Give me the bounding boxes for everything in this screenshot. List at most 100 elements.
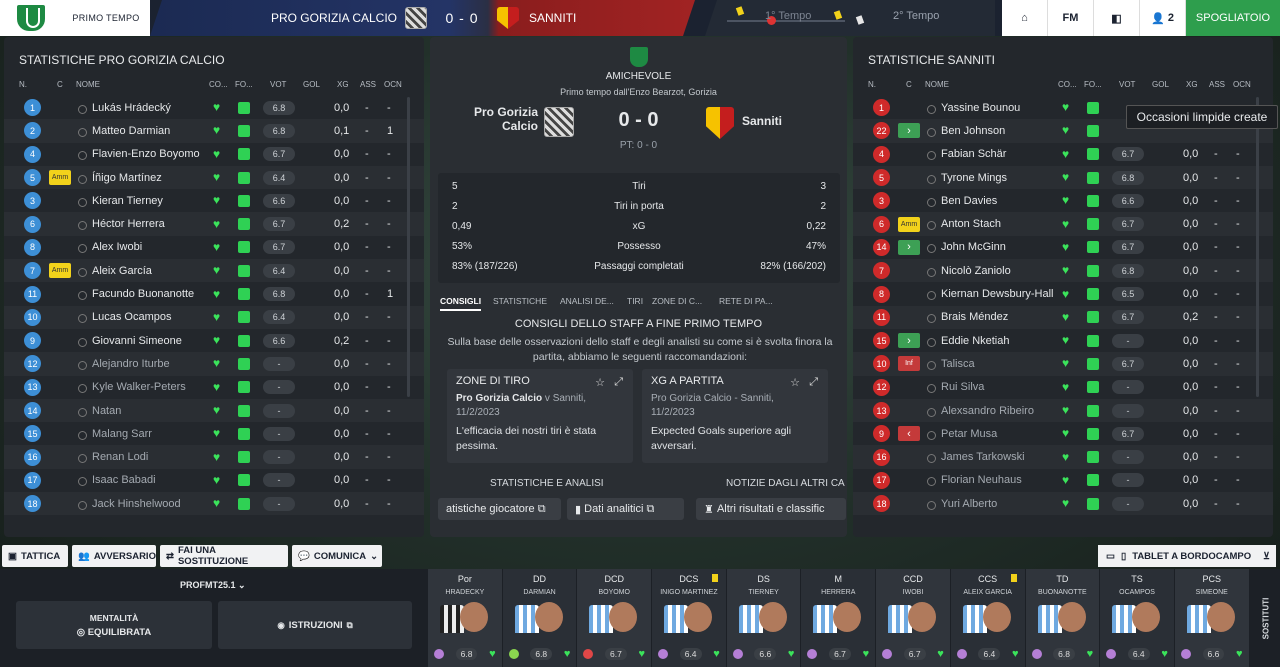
lineup-player-card[interactable]: DCS ÍÑIGO MARTÍNEZ 6.4 ♥ <box>652 569 727 667</box>
lineup-player-card[interactable]: M HERRERA 6.7 ♥ <box>801 569 877 667</box>
lineup-player-card[interactable]: CCS ALEIX GARCÍA 6.4 ♥ <box>950 569 1026 667</box>
players-button[interactable]: 👤 2 <box>1140 0 1186 36</box>
table-row[interactable]: 9 ‹ Petar Musa ♥ 6.7 0,0 - - <box>853 422 1273 445</box>
player-name[interactable]: Kyle Walker-Peters <box>78 381 186 394</box>
player-name[interactable]: Giovanni Simeone <box>78 335 182 347</box>
fm-button[interactable]: FM <box>1048 0 1094 36</box>
col-gol[interactable]: GOL <box>1152 80 1169 89</box>
avversario-button[interactable]: 👥 AVVERSARIO <box>72 545 156 567</box>
lineup-player-card[interactable]: DD DARMIAN 6.8 ♥ <box>502 569 578 667</box>
away-team[interactable]: Sanniti <box>742 114 782 128</box>
table-row[interactable]: 6 Amm Anton Stach ♥ 6.7 0,0 - - <box>853 212 1273 236</box>
tab-zone[interactable]: ZONE DI C... <box>652 296 702 306</box>
player-name[interactable]: Florian Neuhaus <box>927 474 1022 487</box>
player-name[interactable]: Aleix García <box>78 265 152 277</box>
tab-consigli[interactable]: CONSIGLI <box>440 296 482 311</box>
collapse-icon[interactable]: ⊻ <box>1263 551 1270 562</box>
table-row[interactable]: 5 Amm Íñigo Martínez ♥ 6.4 0,0 - - <box>4 165 424 190</box>
col-gol[interactable]: GOL <box>303 80 320 89</box>
player-name[interactable]: Renan Lodi <box>77 451 148 464</box>
tattica-button[interactable]: ▣ TATTICA <box>2 545 68 567</box>
lineup-player-card[interactable]: CCD IWOBI 6.7 ♥ <box>876 569 951 667</box>
home-button[interactable]: ⌂ <box>1002 0 1048 36</box>
col-co[interactable]: CO... <box>209 80 228 89</box>
player-name[interactable]: James Tarkowski <box>927 451 1025 464</box>
scrollbar[interactable] <box>1256 97 1259 397</box>
table-row[interactable]: 12 Rui Silva ♥ - 0,0 - - <box>853 376 1273 399</box>
player-name[interactable]: Rui Silva <box>926 381 984 394</box>
table-row[interactable]: 15 › Eddie Nketiah ♥ - 0,0 - - <box>853 329 1273 352</box>
player-name[interactable]: Flavien-Enzo Boyomo <box>78 148 200 161</box>
lineup-player-card[interactable]: Por HRÁDECKÝ 6.8 ♥ <box>428 569 503 667</box>
analytics-button[interactable]: ▮ Dati analitici ⧉ <box>567 498 684 520</box>
instructions-button[interactable]: ◉ ISTRUZIONI ⧉ <box>218 601 412 649</box>
player-name[interactable]: Tyrone Mings <box>926 172 1007 184</box>
tab-statistiche[interactable]: STATISTICHE <box>493 296 547 306</box>
player-name[interactable]: Nicolò Zaniolo <box>927 265 1011 277</box>
col-ass[interactable]: ASS <box>1209 80 1225 89</box>
star-icon[interactable]: ☆ <box>595 376 605 389</box>
table-row[interactable]: 17 Isaac Babadi ♥ - 0,0 - - <box>4 469 424 492</box>
player-name[interactable]: Facundo Buonanotte <box>77 288 194 301</box>
table-row[interactable]: 18 Yuri Alberto ♥ - 0,0 - - <box>853 492 1273 516</box>
col-nome[interactable]: NOME <box>925 80 949 89</box>
col-ocn[interactable]: OCN <box>1233 80 1251 89</box>
player-name[interactable]: Yassine Bounou <box>926 102 1020 114</box>
table-row[interactable]: 3 Kieran Tierney ♥ 6.6 0,0 - - <box>4 189 424 212</box>
col-nome[interactable]: NOME <box>76 80 100 89</box>
transfer-button[interactable]: ◧ <box>1094 0 1140 36</box>
player-name[interactable]: Jack Hinshelwood <box>78 498 181 510</box>
table-row[interactable]: 13 Kyle Walker-Peters ♥ - 0,0 - - <box>4 376 424 399</box>
player-stats-button[interactable]: atistiche giocatore ⧉ <box>438 498 561 520</box>
player-name[interactable]: Alexsandro Ribeiro <box>927 405 1034 417</box>
col-fo[interactable]: FO... <box>1084 80 1102 89</box>
expand-icon[interactable]: ⤢ <box>809 376 818 389</box>
spogliatoio-button[interactable]: SPOGLIATOIO <box>1186 0 1280 36</box>
player-name[interactable]: Matteo Darmian <box>77 125 170 137</box>
comunica-button[interactable]: 💬 COMUNICA ⌄ <box>292 545 382 567</box>
player-name[interactable]: Lucas Ocampos <box>77 311 171 324</box>
col-vot[interactable]: VOT <box>1119 80 1135 89</box>
player-name[interactable]: Alex Iwobi <box>77 241 142 254</box>
col-n[interactable]: N. <box>868 80 876 89</box>
lineup-player-card[interactable]: DCD BOYOMO 6.7 ♥ <box>577 569 653 667</box>
player-name[interactable]: Ben Johnson <box>926 125 1005 137</box>
player-name[interactable]: Alejandro Iturbe <box>78 358 170 370</box>
player-name[interactable]: John McGinn <box>927 241 1006 254</box>
player-name[interactable]: Lukás Hrádecký <box>78 102 171 114</box>
table-row[interactable]: 1 Lukás Hrádecký ♥ 6.8 0,0 - - <box>4 96 424 119</box>
tactic-selector[interactable]: PROFMT25.1 ⌄ <box>180 580 246 591</box>
advice-card[interactable]: XG A PARTITA ☆ ⤢ Pro Gorizia Calcio - Sa… <box>642 369 828 463</box>
tab-tiri[interactable]: TIRI <box>627 296 643 306</box>
table-row[interactable]: 16 Renan Lodi ♥ - 0,0 - - <box>4 445 424 469</box>
table-row[interactable]: 11 Brais Méndez ♥ 6.7 0,2 - - <box>853 305 1273 329</box>
table-row[interactable]: 16 James Tarkowski ♥ - 0,0 - - <box>853 445 1273 469</box>
table-row[interactable]: 17 Florian Neuhaus ♥ - 0,0 - - <box>853 469 1273 492</box>
lineup-player-card[interactable]: TS OCAMPOS 6.4 ♥ <box>1100 569 1175 667</box>
table-row[interactable]: 5 Tyrone Mings ♥ 6.8 0,0 - - <box>853 165 1273 190</box>
table-row[interactable]: 8 Kiernan Dewsbury-Hall ♥ 6.5 0,0 - - <box>853 282 1273 305</box>
table-row[interactable]: 14 › John McGinn ♥ 6.7 0,0 - - <box>853 236 1273 259</box>
player-name[interactable]: Kieran Tierney <box>78 195 163 207</box>
col-fo[interactable]: FO... <box>235 80 253 89</box>
player-name[interactable]: Íñigo Martínez <box>78 172 162 184</box>
club-logo[interactable] <box>0 0 62 36</box>
player-name[interactable]: Ben Davies <box>926 195 997 207</box>
advice-card[interactable]: ZONE DI TIRO ☆ ⤢ Pro Gorizia Calcio v Sa… <box>447 369 633 463</box>
substitution-button[interactable]: ⇄ FAI UNA SOSTITUZIONE <box>160 545 288 567</box>
scrollbar[interactable] <box>407 97 410 397</box>
expand-icon[interactable]: ⤢ <box>614 376 623 389</box>
player-name[interactable]: Petar Musa <box>926 428 997 440</box>
col-c[interactable]: C <box>57 80 63 89</box>
table-row[interactable]: 12 Alejandro Iturbe ♥ - 0,0 - - <box>4 352 424 376</box>
table-row[interactable]: 7 Amm Aleix García ♥ 6.4 0,0 - - <box>4 259 424 283</box>
player-name[interactable]: Isaac Babadi <box>78 474 156 487</box>
table-row[interactable]: 8 Alex Iwobi ♥ 6.7 0,0 - - <box>4 236 424 259</box>
match-timeline[interactable]: 1° Tempo 2° Tempo <box>705 0 995 36</box>
col-xg[interactable]: XG <box>337 80 349 89</box>
table-row[interactable]: 14 Natan ♥ - 0,0 - - <box>4 398 424 423</box>
table-row[interactable]: 4 Flavien-Enzo Boyomo ♥ 6.7 0,0 - - <box>4 143 424 166</box>
player-name[interactable]: Kiernan Dewsbury-Hall <box>927 288 1054 301</box>
table-row[interactable]: 10 Inf Talisca ♥ 6.7 0,0 - - <box>853 352 1273 376</box>
tab-analisi[interactable]: ANALISI DE... <box>560 296 614 306</box>
